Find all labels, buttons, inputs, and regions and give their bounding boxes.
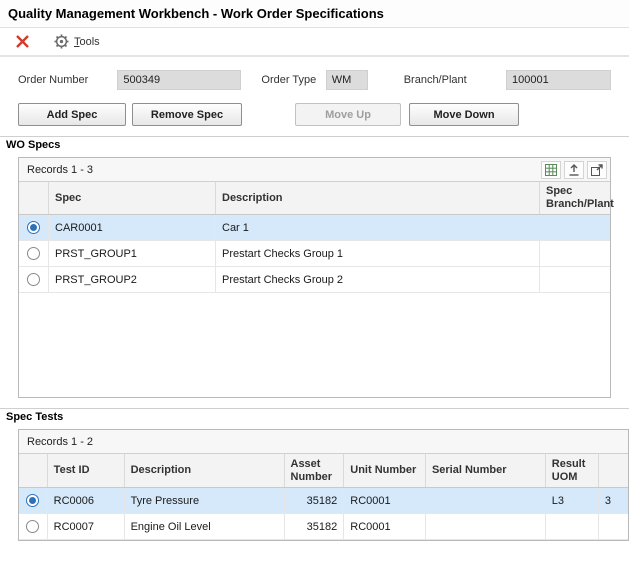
row-select-cell bbox=[19, 241, 49, 266]
spec-tests-grid: Records 1 - 2 Test ID Description Asset … bbox=[18, 429, 629, 541]
wo-specs-grid: Records 1 - 3 bbox=[18, 157, 611, 398]
cell-unit-number: RC0001 bbox=[344, 514, 426, 539]
cell-serial-number bbox=[426, 488, 546, 513]
wo-specs-col-description: Description bbox=[216, 182, 540, 214]
cell-spec-branch-plant bbox=[540, 215, 610, 240]
move-up-button[interactable]: Move Up bbox=[295, 103, 401, 126]
cell-test-id: RC0007 bbox=[48, 514, 125, 539]
order-number-label: Order Number bbox=[18, 74, 117, 86]
tools-label: Tools bbox=[74, 36, 100, 48]
cell-serial-number bbox=[426, 514, 546, 539]
close-x-glyph bbox=[15, 34, 30, 49]
order-type-label: Order Type bbox=[261, 74, 325, 86]
spec-tests-section: Spec Tests bbox=[0, 408, 629, 425]
cell-description: Car 1 bbox=[216, 215, 540, 240]
row-select-cell bbox=[19, 488, 48, 513]
order-number-field[interactable] bbox=[117, 70, 241, 90]
wo-specs-header-row: Spec Description Spec Branch/Plant bbox=[19, 182, 610, 215]
add-spec-button[interactable]: Add Spec bbox=[18, 103, 126, 126]
export-icon[interactable] bbox=[564, 161, 584, 179]
cell-spec-branch-plant bbox=[540, 267, 610, 292]
customize-grid-icon[interactable] bbox=[541, 161, 561, 179]
cell-asset-number: 35182 bbox=[285, 488, 345, 513]
cell-description: Tyre Pressure bbox=[125, 488, 285, 513]
row-select-radio[interactable] bbox=[27, 221, 40, 234]
cell-description: Prestart Checks Group 2 bbox=[216, 267, 540, 292]
cell-partial: 3 bbox=[599, 488, 628, 513]
wo-specs-records-label: Records 1 - 3 bbox=[27, 164, 541, 176]
cell-spec: CAR0001 bbox=[49, 215, 216, 240]
spec-tests-select-column-header bbox=[19, 454, 48, 487]
spec-tests-divider bbox=[0, 408, 629, 409]
cell-description: Engine Oil Level bbox=[125, 514, 285, 539]
spec-tests-header-row: Test ID Description Asset Number Unit Nu… bbox=[19, 454, 628, 488]
gear-icon bbox=[54, 34, 69, 49]
customize-grid-glyph bbox=[545, 164, 557, 176]
cell-partial bbox=[599, 514, 628, 539]
row-select-radio[interactable] bbox=[26, 520, 39, 533]
action-buttons: Add Spec Remove Spec Move Up Move Down bbox=[18, 103, 611, 126]
cell-test-id: RC0006 bbox=[48, 488, 125, 513]
cell-asset-number: 35182 bbox=[285, 514, 345, 539]
wo-specs-row-prst-group1[interactable]: PRST_GROUP1 Prestart Checks Group 1 bbox=[19, 241, 610, 267]
row-select-radio[interactable] bbox=[26, 494, 39, 507]
wo-specs-records-bar: Records 1 - 3 bbox=[19, 158, 610, 182]
wo-specs-divider bbox=[0, 136, 629, 137]
spec-tests-title: Spec Tests bbox=[6, 410, 629, 425]
close-icon[interactable] bbox=[12, 32, 32, 52]
spec-tests-col-partial bbox=[599, 454, 628, 487]
spec-tests-col-test-id: Test ID bbox=[48, 454, 125, 487]
row-select-cell bbox=[19, 514, 48, 539]
wo-specs-col-spec: Spec bbox=[49, 182, 216, 214]
spec-tests-col-description: Description bbox=[125, 454, 285, 487]
export-glyph bbox=[568, 164, 580, 176]
spec-tests-records-label: Records 1 - 2 bbox=[27, 436, 625, 448]
cell-result-uom bbox=[546, 514, 599, 539]
row-select-radio[interactable] bbox=[27, 247, 40, 260]
toolbar: Tools bbox=[0, 28, 629, 57]
wo-specs-select-column-header bbox=[19, 182, 49, 214]
wo-specs-title: WO Specs bbox=[6, 138, 629, 153]
wo-specs-row-car0001[interactable]: CAR0001 Car 1 bbox=[19, 215, 610, 241]
order-form: Order Number Order Type Branch/Plant bbox=[18, 69, 611, 91]
expand-glyph bbox=[591, 164, 603, 176]
order-type-field[interactable] bbox=[326, 70, 368, 90]
spec-tests-records-bar: Records 1 - 2 bbox=[19, 430, 628, 454]
expand-grid-icon[interactable] bbox=[587, 161, 607, 179]
cell-spec: PRST_GROUP2 bbox=[49, 267, 216, 292]
spec-tests-row-rc0006[interactable]: RC0006 Tyre Pressure 35182 RC0001 L3 3 bbox=[19, 488, 628, 514]
row-select-cell bbox=[19, 267, 49, 292]
row-select-cell bbox=[19, 215, 49, 240]
page-title: Quality Management Workbench - Work Orde… bbox=[0, 0, 629, 28]
spec-tests-col-result-uom: Result UOM bbox=[546, 454, 599, 487]
branch-plant-field[interactable] bbox=[506, 70, 611, 90]
move-down-button[interactable]: Move Down bbox=[409, 103, 519, 126]
tools-menu-button[interactable]: Tools bbox=[54, 34, 100, 49]
wo-specs-col-spec-branch-plant: Spec Branch/Plant bbox=[540, 182, 610, 214]
branch-plant-label: Branch/Plant bbox=[404, 74, 506, 86]
remove-spec-button[interactable]: Remove Spec bbox=[132, 103, 242, 126]
wo-specs-row-prst-group2[interactable]: PRST_GROUP2 Prestart Checks Group 2 bbox=[19, 267, 610, 293]
wo-specs-grid-tools bbox=[541, 161, 607, 179]
cell-spec-branch-plant bbox=[540, 241, 610, 266]
wo-specs-section: WO Specs bbox=[0, 136, 629, 153]
spec-tests-row-rc0007[interactable]: RC0007 Engine Oil Level 35182 RC0001 bbox=[19, 514, 628, 540]
cell-unit-number: RC0001 bbox=[344, 488, 426, 513]
cell-spec: PRST_GROUP1 bbox=[49, 241, 216, 266]
row-select-radio[interactable] bbox=[27, 273, 40, 286]
cell-description: Prestart Checks Group 1 bbox=[216, 241, 540, 266]
wo-specs-empty-area bbox=[19, 293, 610, 397]
cell-result-uom: L3 bbox=[546, 488, 599, 513]
spec-tests-col-asset-number: Asset Number bbox=[285, 454, 345, 487]
spec-tests-col-unit-number: Unit Number bbox=[344, 454, 426, 487]
spec-tests-col-serial-number: Serial Number bbox=[426, 454, 546, 487]
